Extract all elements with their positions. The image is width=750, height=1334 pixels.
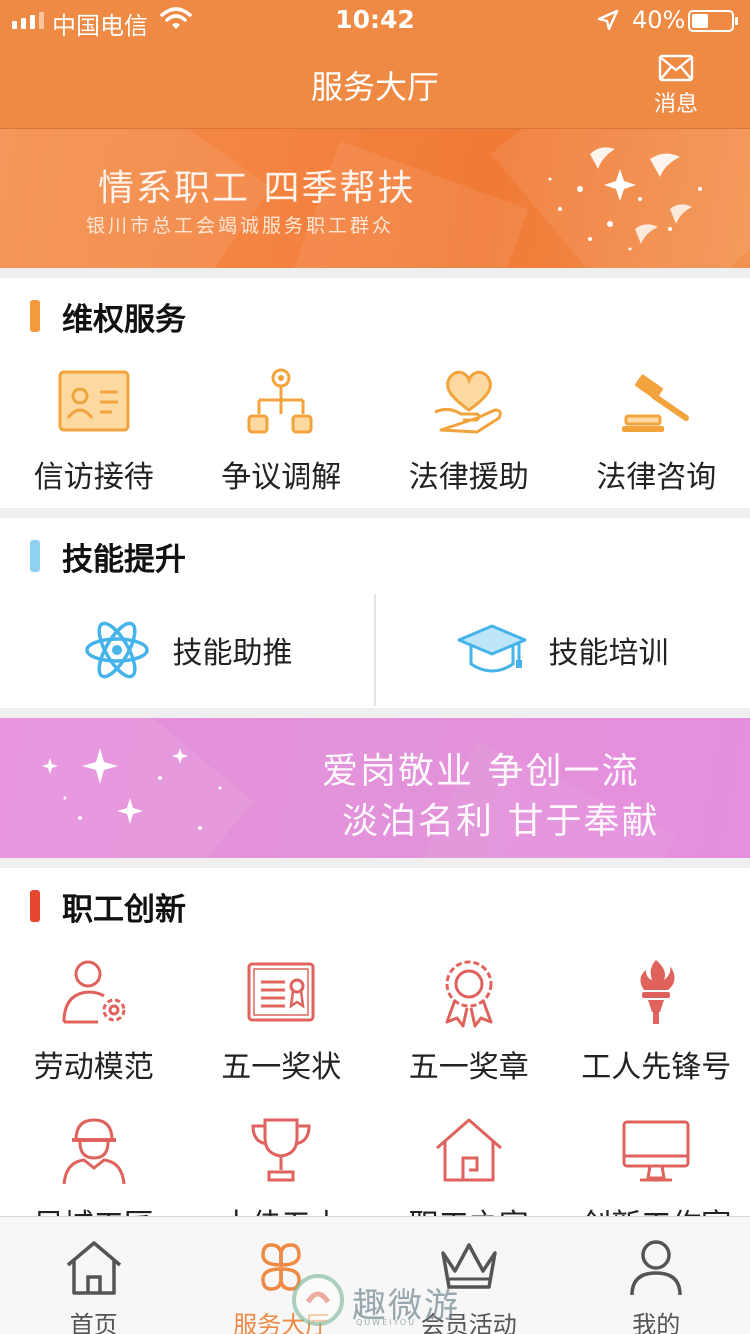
- innovation-item-pioneer[interactable]: 工人先锋号: [563, 956, 750, 1086]
- watermark: 趣微游 QUWEIYOU: [290, 1272, 490, 1330]
- innovation-section-header: 职工创新: [30, 888, 186, 928]
- worker-helmet-icon: [62, 1118, 126, 1185]
- org-chart-icon: [247, 368, 313, 434]
- innovation-item-label: 凤城工匠: [0, 1200, 188, 1216]
- skills-item-label: 技能助推: [172, 636, 293, 671]
- innovation-item-label: 五一奖状: [221, 1050, 342, 1085]
- status-bar: 中国电信 10:42 40%: [0, 0, 750, 40]
- graduation-cap-icon: [457, 624, 526, 673]
- banner-top-title: 情系职工 四季帮扶: [98, 168, 416, 209]
- innovation-item-label: 十佳五小: [188, 1200, 376, 1216]
- innovation-item-model-worker[interactable]: 劳动模范: [0, 956, 188, 1086]
- sparkle-doves-decoration: [548, 147, 702, 251]
- page-title: 服务大厅: [310, 68, 439, 106]
- section-accent-bar: [30, 890, 40, 922]
- innovation-item-label: 五一奖章: [408, 1050, 529, 1085]
- watermark-subtext: QUWEIYOU: [356, 1318, 417, 1327]
- tab-mine[interactable]: 我的: [563, 1217, 750, 1334]
- innovation-item-label: 职工之家: [375, 1200, 563, 1216]
- innovation-item-medal[interactable]: 五一奖章: [375, 956, 563, 1086]
- section-accent-bar: [30, 300, 40, 332]
- atom-icon: [84, 621, 149, 679]
- rights-item-legal-consult[interactable]: 法律咨询: [563, 366, 750, 496]
- skills-item-boost[interactable]: 技能助推: [0, 594, 375, 706]
- watermark-logo-icon: [292, 1274, 344, 1326]
- rights-section-title: 维权服务: [62, 301, 186, 338]
- rights-item-label: 信访接待: [33, 460, 154, 495]
- messages-label: 消息: [653, 92, 698, 117]
- heart-hand-icon: [434, 370, 502, 434]
- id-card-icon: [58, 370, 130, 432]
- innovation-item-label: 创新工作室: [563, 1200, 750, 1216]
- innovation-section: 职工创新 劳动模范 五一奖状 五一奖章 工人先锋号: [0, 868, 750, 1216]
- innovation-item-label: 劳动模范: [33, 1050, 154, 1085]
- innovation-item-top-ten[interactable]: 十佳五小: [188, 1114, 376, 1216]
- home-icon: [66, 1241, 121, 1295]
- battery-percent: 40%: [632, 6, 686, 34]
- messages-button[interactable]: 消息: [640, 54, 712, 118]
- sparkle-decoration: [42, 748, 222, 830]
- skills-item-training[interactable]: 技能培训: [375, 594, 750, 706]
- innovation-item-label: 工人先锋号: [581, 1050, 732, 1085]
- tab-label: 首页: [69, 1311, 118, 1334]
- skills-section: 技能提升 技能助推 技能培训: [0, 518, 750, 708]
- tab-label: 我的: [632, 1311, 681, 1334]
- rights-item-mediation[interactable]: 争议调解: [188, 366, 376, 496]
- section-accent-bar: [30, 540, 40, 572]
- battery-icon: [688, 10, 738, 32]
- tab-home[interactable]: 首页: [0, 1217, 188, 1334]
- rights-item-label: 法律援助: [408, 460, 529, 495]
- trophy-icon: [251, 1118, 311, 1182]
- location-arrow-icon: [597, 9, 619, 31]
- skills-section-header: 技能提升: [30, 538, 186, 578]
- skills-item-label: 技能培训: [548, 636, 669, 671]
- envelope-icon: [658, 54, 694, 82]
- rights-section: 维权服务 信访接待 争议调解 法律援助 法律咨询: [0, 278, 750, 508]
- certificate-icon: [247, 962, 315, 1022]
- innovation-item-home[interactable]: 职工之家: [375, 1114, 563, 1216]
- user-icon: [630, 1240, 682, 1296]
- skills-section-title: 技能提升: [62, 541, 186, 578]
- innovation-section-title: 职工创新: [62, 891, 186, 928]
- banner-mid-line2: 淡泊名利 甘于奉献: [342, 801, 660, 842]
- banner-mid-line1: 爱岗敬业 争创一流: [322, 751, 640, 792]
- innovation-item-certificate[interactable]: 五一奖状: [188, 956, 376, 1086]
- innovation-item-studio[interactable]: 创新工作室: [563, 1114, 750, 1216]
- rights-item-petition[interactable]: 信访接待: [0, 366, 188, 496]
- banner-top[interactable]: 情系职工 四季帮扶 银川市总工会竭诚服务职工群众: [0, 128, 750, 268]
- rights-section-header: 维权服务: [30, 298, 186, 338]
- top-bar: 中国电信 10:42 40% 服务大厅 消息: [0, 0, 750, 128]
- innovation-item-craftsman[interactable]: 凤城工匠: [0, 1114, 188, 1216]
- person-gear-icon: [62, 960, 126, 1024]
- torch-icon: [640, 960, 675, 1024]
- gavel-icon: [622, 374, 690, 432]
- monitor-icon: [622, 1120, 690, 1182]
- rights-item-label: 法律咨询: [596, 460, 717, 495]
- banner-mid[interactable]: 爱岗敬业 争创一流 淡泊名利 甘于奉献: [0, 718, 750, 858]
- rights-item-legal-aid[interactable]: 法律援助: [375, 366, 563, 496]
- house-icon: [435, 1118, 502, 1182]
- rights-item-label: 争议调解: [221, 460, 342, 495]
- medal-icon: [445, 960, 493, 1028]
- banner-top-subtitle: 银川市总工会竭诚服务职工群众: [86, 215, 395, 237]
